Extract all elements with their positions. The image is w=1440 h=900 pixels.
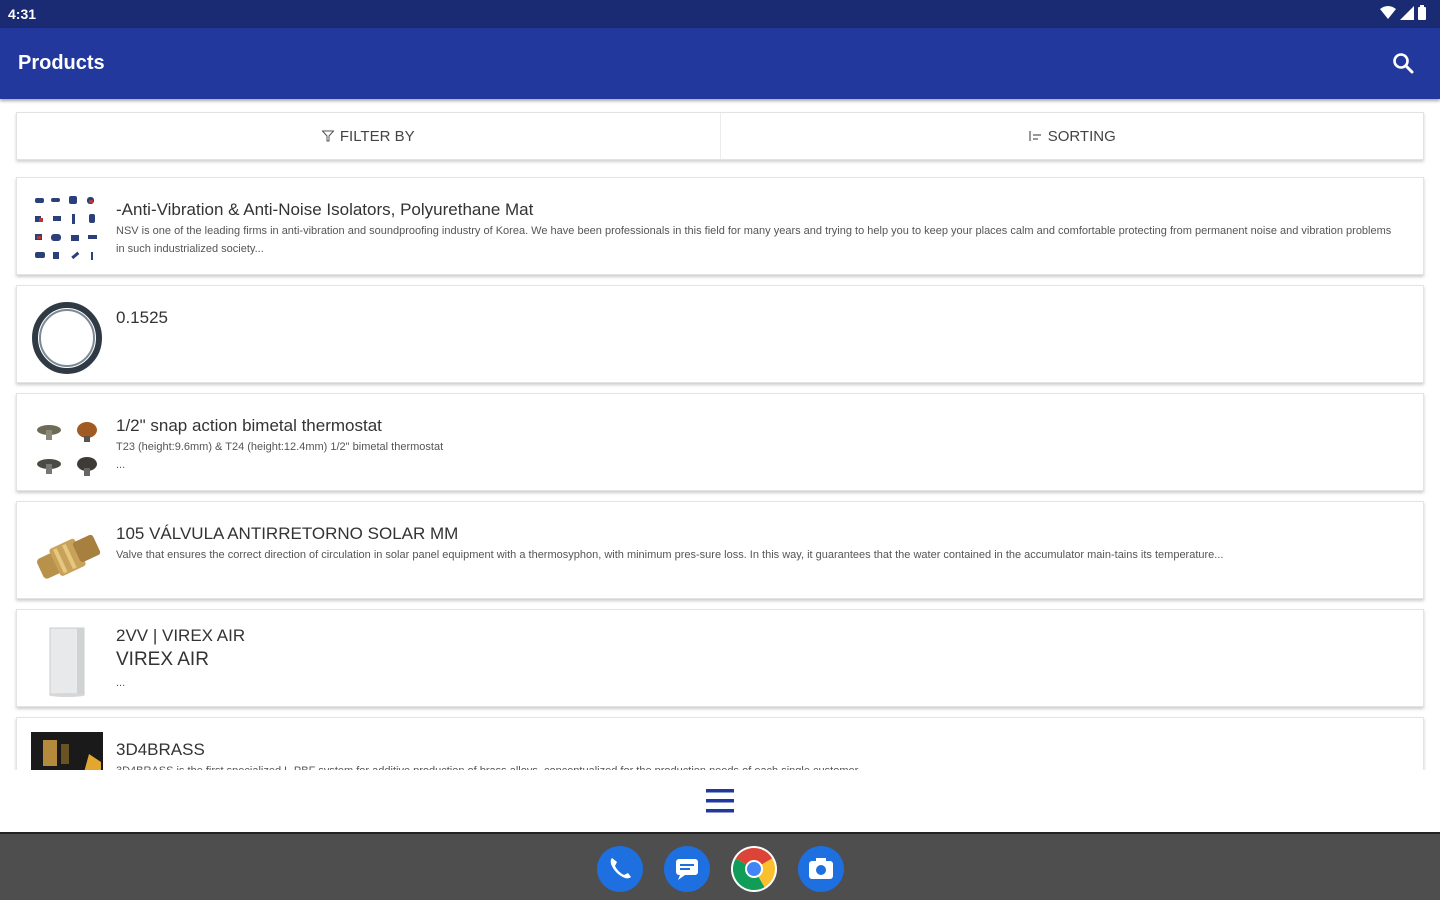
camera-app-icon[interactable] bbox=[798, 846, 844, 892]
vibration-isolators-thumbnail bbox=[31, 192, 105, 266]
brass-valve-thumbnail bbox=[31, 516, 105, 590]
wifi-icon bbox=[1380, 5, 1396, 25]
product-card[interactable]: 105 VÁLVULA ANTIRRETORNO SOLAR MM Valve … bbox=[16, 501, 1424, 599]
product-list-container: FILTER BY SORTING -Anti-Vibration & Anti… bbox=[0, 100, 1440, 770]
system-dock bbox=[0, 832, 1440, 900]
product-description: ... bbox=[116, 677, 126, 689]
ring-gasket-thumbnail bbox=[31, 300, 105, 374]
product-title: -Anti-Vibration & Anti-Noise Isolators, … bbox=[116, 200, 534, 219]
filter-sort-bar: FILTER BY SORTING bbox=[16, 112, 1424, 160]
product-card-text: 0.1525 bbox=[116, 308, 1401, 328]
app-bar: Products bbox=[0, 28, 1440, 99]
bottom-nav bbox=[0, 770, 1440, 832]
product-title: 3D4BRASS bbox=[116, 740, 205, 759]
battery-icon bbox=[1418, 5, 1426, 25]
menu-button[interactable] bbox=[705, 786, 735, 816]
product-description: Valve that ensures the correct direction… bbox=[116, 549, 1224, 561]
status-icons bbox=[1380, 5, 1426, 25]
product-title: 2VV | VIREX AIR bbox=[116, 626, 246, 645]
product-card[interactable]: 2VV | VIREX AIR VIREX AIR ... bbox=[16, 609, 1424, 707]
product-subtitle: VIREX AIR bbox=[116, 649, 209, 670]
signal-icon bbox=[1400, 5, 1414, 25]
product-title: 0.1525 bbox=[116, 308, 168, 327]
filter-by-label: FILTER BY bbox=[339, 127, 415, 145]
product-card-text: 3D4BRASS 3D4BRASS is the first specializ… bbox=[116, 740, 1401, 770]
printer-thumbnail bbox=[31, 732, 105, 770]
product-card-text: -Anti-Vibration & Anti-Noise Isolators, … bbox=[116, 200, 1401, 258]
hamburger-menu-icon bbox=[706, 789, 734, 813]
thermostat-thumbnail bbox=[31, 408, 105, 482]
product-card[interactable]: -Anti-Vibration & Anti-Noise Isolators, … bbox=[16, 177, 1424, 275]
sorting-label: SORTING bbox=[1047, 127, 1116, 145]
product-card[interactable]: 0.1525 bbox=[16, 285, 1424, 383]
product-description: 3D4BRASS is the first specialized L-PBF … bbox=[116, 762, 1401, 770]
product-description: T23 (height:9.6mm) & T24 (height:12.4mm)… bbox=[116, 441, 444, 471]
search-icon bbox=[1393, 53, 1414, 74]
sort-icon bbox=[1029, 131, 1041, 141]
product-card-text: 1/2" snap action bimetal thermostat T23 … bbox=[116, 416, 1401, 474]
page-title: Products bbox=[18, 52, 105, 74]
search-button[interactable] bbox=[1390, 50, 1418, 78]
sorting-button[interactable]: SORTING bbox=[719, 113, 1424, 159]
product-description: NSV is one of the leading firms in anti-… bbox=[116, 225, 1392, 255]
messages-app-icon[interactable] bbox=[664, 846, 710, 892]
product-card-text: 2VV | VIREX AIR VIREX AIR ... bbox=[116, 626, 1401, 692]
product-card[interactable]: 1/2" snap action bimetal thermostat T23 … bbox=[16, 393, 1424, 491]
phone-app-icon[interactable] bbox=[597, 846, 643, 892]
air-purifier-thumbnail bbox=[31, 624, 105, 698]
chrome-app-icon[interactable] bbox=[731, 846, 777, 892]
filter-by-button[interactable]: FILTER BY bbox=[17, 113, 720, 159]
product-card-text: 105 VÁLVULA ANTIRRETORNO SOLAR MM Valve … bbox=[116, 524, 1401, 564]
status-time: 4:31 bbox=[8, 6, 37, 22]
status-bar: 4:31 bbox=[0, 0, 1440, 28]
product-title: 105 VÁLVULA ANTIRRETORNO SOLAR MM bbox=[116, 524, 459, 543]
product-title: 1/2" snap action bimetal thermostat bbox=[116, 416, 382, 435]
product-card[interactable]: 3D4BRASS 3D4BRASS is the first specializ… bbox=[16, 717, 1424, 770]
filter-icon bbox=[321, 130, 334, 142]
